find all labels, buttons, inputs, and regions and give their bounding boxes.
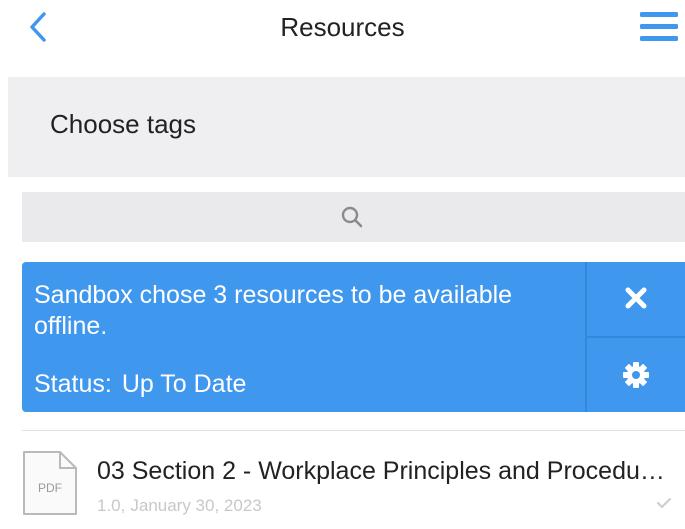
dismiss-notice-button[interactable] — [587, 262, 685, 336]
hamburger-menu-icon — [640, 12, 678, 41]
status-label: Status: — [34, 370, 112, 398]
menu-button[interactable] — [640, 12, 678, 42]
close-icon — [625, 287, 647, 309]
resource-row[interactable]: PDF 03 Section 2 - Workplace Principles … — [0, 432, 685, 529]
list-divider — [22, 430, 685, 431]
choose-tags-button[interactable]: Choose tags — [8, 77, 685, 177]
resource-title: 03 Section 2 - Workplace Principles and … — [97, 457, 667, 485]
search-icon — [341, 206, 363, 228]
pdf-label: PDF — [38, 481, 62, 495]
header-bar: Resources — [0, 0, 685, 56]
offline-notice: Sandbox chose 3 resources to be availabl… — [22, 262, 685, 412]
check-icon — [656, 497, 672, 509]
offline-settings-button[interactable] — [587, 338, 685, 412]
resource-version: 1.0, — [97, 496, 126, 515]
resource-date: January 30, 2023 — [130, 496, 262, 515]
gear-icon — [623, 362, 649, 388]
offline-message: Sandbox chose 3 resources to be availabl… — [34, 281, 513, 340]
status-value: Up To Date — [121, 370, 247, 398]
resource-meta: 1.0, January 30, 2023 — [97, 496, 262, 516]
pdf-file-icon: PDF — [23, 451, 77, 515]
choose-tags-label: Choose tags — [50, 109, 196, 139]
search-input[interactable] — [22, 192, 685, 242]
page-title: Resources — [280, 12, 405, 42]
sync-status: Status: Up To Date — [34, 370, 246, 399]
